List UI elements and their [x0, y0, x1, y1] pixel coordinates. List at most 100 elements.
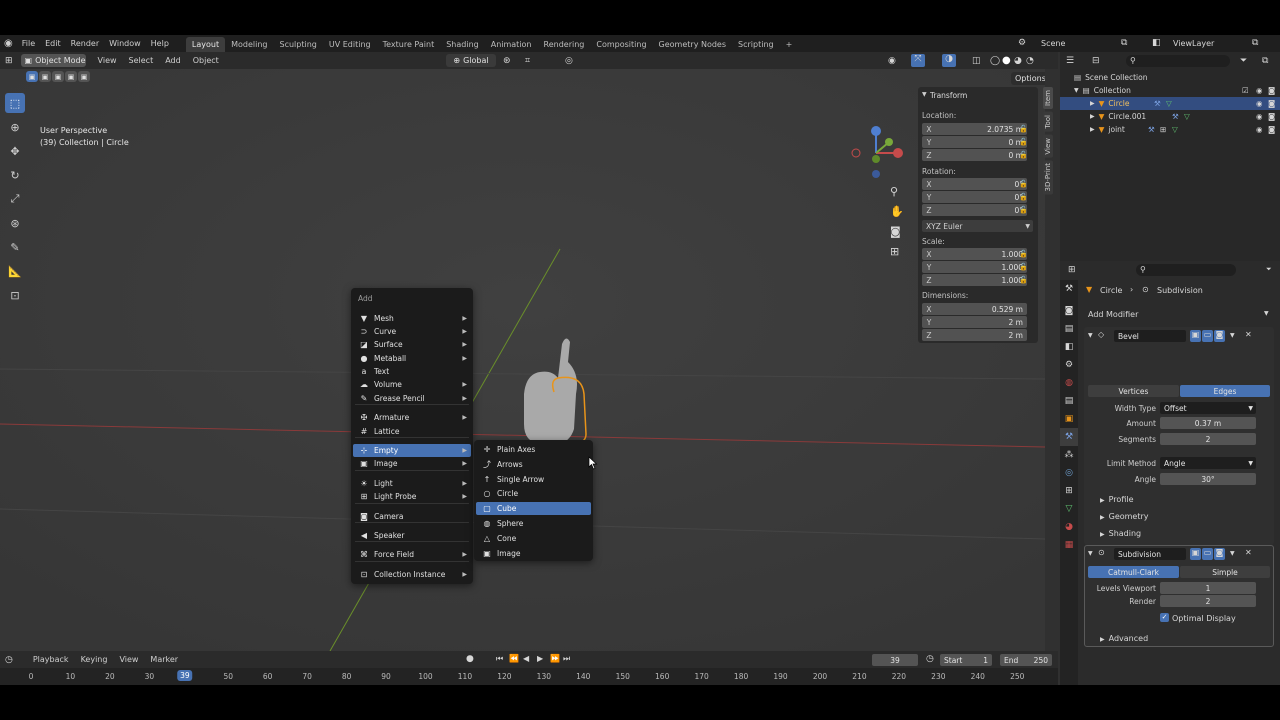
menu-view[interactable]: View	[92, 56, 123, 65]
collapse-icon[interactable]: ▼	[1088, 550, 1093, 557]
navigation-gizmo[interactable]	[848, 123, 908, 183]
add-menu-item-force-field[interactable]: ⌘ Force Field ▶	[353, 548, 471, 561]
add-menu-item-metaball[interactable]: ● Metaball ▶	[353, 352, 471, 365]
ortho-toggle-icon[interactable]: ⊞	[890, 245, 899, 258]
pan-hand-icon[interactable]: ✋	[890, 205, 904, 218]
scale-tool-icon[interactable]: ⤢	[5, 189, 25, 209]
dimensions-y-field[interactable]: Y 2 m	[922, 316, 1027, 328]
wireframe-shading-icon[interactable]: ◯	[990, 56, 1000, 66]
measure-tool-icon[interactable]: 📐	[5, 261, 25, 281]
eye-icon[interactable]: ◉	[1256, 125, 1263, 134]
lock-icon[interactable]: 🔓	[1019, 250, 1028, 258]
add-menu-item-empty[interactable]: ⊹ Empty ▶	[353, 444, 471, 457]
lock-icon[interactable]: 🔓	[1019, 180, 1028, 188]
outliner-row-scene-collection[interactable]: ▤ Scene Collection	[1060, 71, 1280, 84]
outliner-search-input[interactable]: ⚲	[1126, 55, 1230, 67]
overlay-icon[interactable]: ◑	[942, 54, 956, 67]
new-view-layer-icon[interactable]: ⧉	[1252, 38, 1258, 48]
outliner-row-circle-001[interactable]: ▶ ▼ Circle.001 ⚒ ▽ ◉ ◙	[1060, 110, 1280, 123]
lock-icon[interactable]: 🔓	[1019, 263, 1028, 271]
tab-uv-editing[interactable]: UV Editing	[323, 37, 377, 52]
advanced-subpanel[interactable]: ▶ Advanced	[1100, 634, 1148, 643]
camera-view-icon[interactable]: ◙	[890, 225, 901, 238]
rotation-y-field[interactable]: Y 0°	[922, 191, 1027, 203]
panel-collapse-icon[interactable]: ▼	[922, 91, 927, 98]
add-cube-tool-icon[interactable]: ⊡	[5, 285, 25, 305]
empty-item-arrows[interactable]: ⤴ Arrows	[476, 458, 591, 471]
tab-shading[interactable]: Shading	[440, 37, 485, 52]
orientation-dropdown[interactable]: ⊕ Global	[446, 54, 496, 67]
levels-viewport-field[interactable]: 1	[1160, 582, 1256, 594]
properties-search-input[interactable]: ⚲	[1136, 264, 1236, 276]
view-layer-icon[interactable]: ◧	[1152, 38, 1161, 48]
add-menu-item-volume[interactable]: ☁ Volume ▶	[353, 378, 471, 391]
edit-mode-toggle-icon[interactable]: ▣	[1190, 330, 1201, 342]
lock-icon[interactable]: 🔓	[1019, 193, 1028, 201]
rotation-x-field[interactable]: X 0°	[922, 178, 1027, 190]
add-menu-item-speaker[interactable]: ◀ Speaker	[353, 529, 471, 542]
new-collection-icon[interactable]: ⧉	[1262, 56, 1268, 66]
chevron-down-icon[interactable]: ▼	[1230, 332, 1235, 339]
editor-type-icon[interactable]: ⊞	[5, 56, 13, 66]
add-menu-item-light[interactable]: ☀ Light ▶	[353, 477, 471, 490]
rendered-shading-icon[interactable]: ◔	[1026, 56, 1034, 66]
tab-3d-print[interactable]: 3D-Print	[1043, 160, 1053, 195]
scene-icon[interactable]: ⚙	[1018, 38, 1026, 48]
add-menu-item-collection-instance[interactable]: ⊡ Collection Instance ▶	[353, 568, 471, 581]
scale-y-field[interactable]: Y 1.000	[922, 261, 1027, 273]
pivot-icon[interactable]: ⊛	[503, 56, 511, 66]
geometry-subpanel[interactable]: ▶ Geometry	[1100, 512, 1149, 521]
camera-icon[interactable]: ◙	[1268, 99, 1275, 108]
eye-icon[interactable]: ◉	[1256, 86, 1263, 95]
scale-x-field[interactable]: X 1.000	[922, 248, 1027, 260]
menu-help[interactable]: Help	[146, 35, 174, 52]
empty-item-image[interactable]: ▣ Image	[476, 547, 591, 560]
display-mode-icon[interactable]: ⊟	[1092, 56, 1100, 66]
zoom-icon[interactable]: ⚲	[890, 185, 898, 198]
physics-tab-icon[interactable]: ◎	[1060, 464, 1078, 482]
selected-object[interactable]	[510, 334, 600, 454]
tab-layout[interactable]: Layout	[185, 37, 226, 52]
camera-icon[interactable]: ◙	[1268, 112, 1275, 121]
data-tab-icon[interactable]: ▽	[1060, 500, 1078, 518]
mode-dropdown[interactable]: ▣ Object Mode	[20, 54, 86, 67]
select-intersect-icon[interactable]: ▣	[78, 71, 90, 82]
collection-tab-icon[interactable]: ▤	[1060, 392, 1078, 410]
particles-tab-icon[interactable]: ⁂	[1060, 446, 1078, 464]
move-tool-icon[interactable]: ✥	[5, 141, 25, 161]
cursor-tool-icon[interactable]: ⊕	[5, 117, 25, 137]
menu-object[interactable]: Object	[187, 56, 225, 65]
empty-item-single-arrow[interactable]: ↑ Single Arrow	[476, 473, 591, 486]
viewport-toggle-icon[interactable]: ▭	[1202, 330, 1213, 342]
playhead[interactable]: 39	[177, 670, 193, 681]
collapse-icon[interactable]: ▼	[1088, 332, 1093, 339]
amount-field[interactable]: 0.37 m	[1160, 417, 1256, 429]
simple-toggle[interactable]: Simple	[1180, 566, 1270, 578]
location-x-field[interactable]: X 2.0735 m	[922, 123, 1027, 135]
tab-animation[interactable]: Animation	[485, 37, 538, 52]
render-tab-icon[interactable]: ◙	[1060, 302, 1078, 320]
solid-shading-icon[interactable]: ●	[1002, 55, 1011, 66]
properties-editor-icon[interactable]: ⊞	[1068, 265, 1076, 275]
angle-field[interactable]: 30°	[1160, 473, 1256, 485]
menu-select[interactable]: Select	[123, 56, 160, 65]
render-levels-field[interactable]: 2	[1160, 595, 1256, 607]
object-tab-icon[interactable]: ▣	[1060, 410, 1078, 428]
subdivision-name-field[interactable]: Subdivision	[1114, 548, 1186, 560]
select-new-icon[interactable]: ▣	[26, 71, 38, 82]
camera-icon[interactable]: ◙	[1268, 125, 1275, 134]
eye-icon[interactable]: ◉	[1256, 112, 1263, 121]
edit-mode-toggle-icon[interactable]: ▣	[1190, 548, 1201, 560]
constraints-tab-icon[interactable]: ⊞	[1060, 482, 1078, 500]
tab-geometry-nodes[interactable]: Geometry Nodes	[653, 37, 732, 52]
menu-edit[interactable]: Edit	[40, 35, 66, 52]
tab-view[interactable]: View	[1043, 134, 1053, 158]
empty-item-circle[interactable]: ○ Circle	[476, 487, 591, 500]
outliner-editor-icon[interactable]: ☰	[1066, 56, 1074, 66]
lock-icon[interactable]: 🔓	[1019, 276, 1028, 284]
add-menu-item-image[interactable]: ▣ Image ▶	[353, 457, 471, 470]
tab-modeling[interactable]: Modeling	[225, 37, 273, 52]
options-button[interactable]: Options	[1011, 72, 1045, 85]
add-menu-item-camera[interactable]: ◙ Camera	[353, 510, 471, 523]
add-modifier-dropdown[interactable]: Add Modifier	[1088, 310, 1138, 319]
